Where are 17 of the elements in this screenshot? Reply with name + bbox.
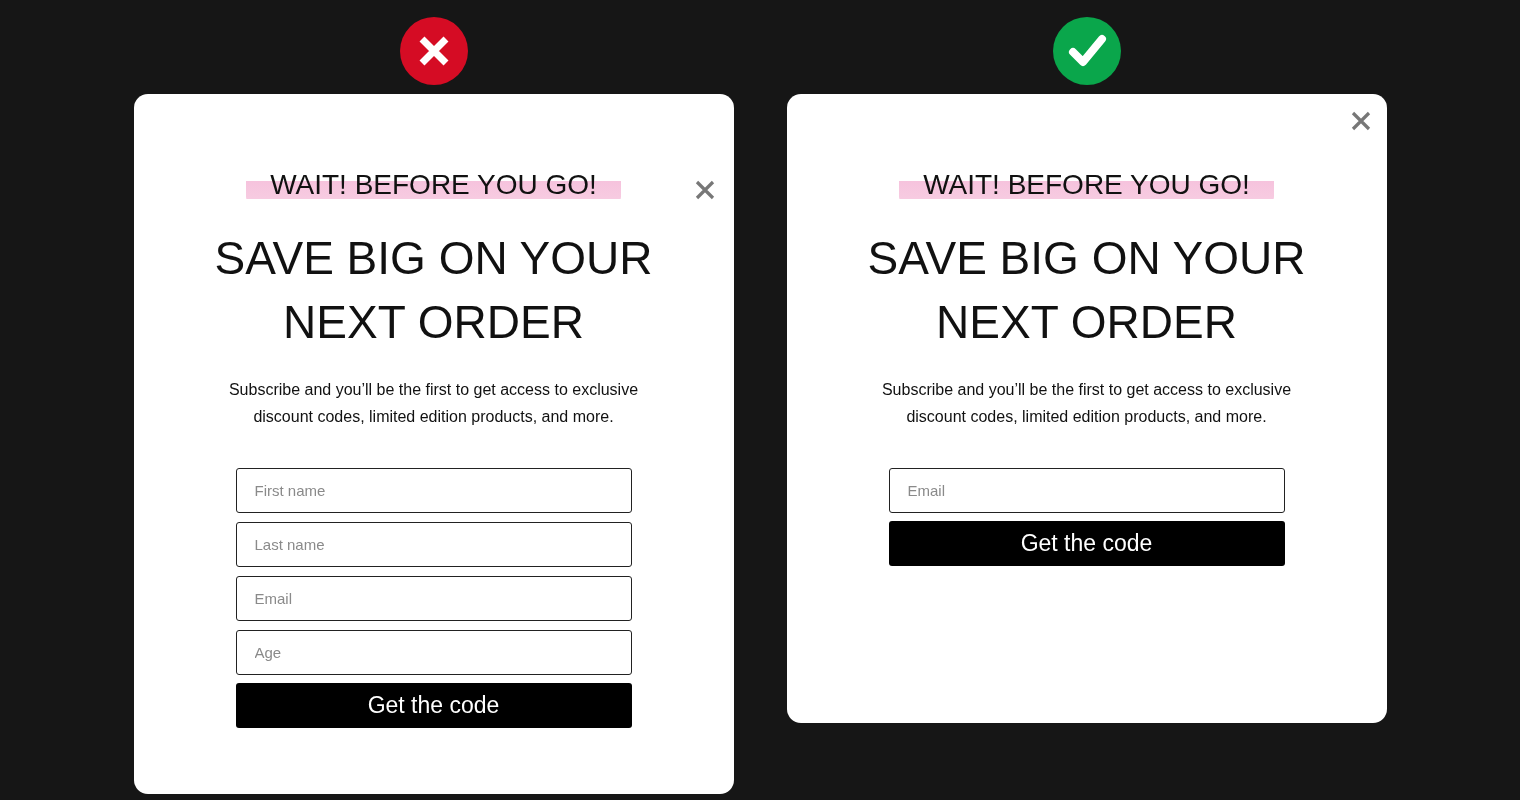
description-text: Subscribe and you’ll be the first to get access to exclusive discount codes, limited edition products, and more. — [880, 380, 1293, 427]
close-button[interactable] — [1349, 110, 1372, 132]
input-field[interactable]: Age — [235, 630, 632, 675]
input-field[interactable]: First name — [235, 468, 632, 513]
close-button[interactable] — [693, 179, 716, 201]
description-text: Subscribe and you’ll be the first to get access to exclusive discount codes, limited edition products, and more. — [227, 380, 640, 427]
input-field[interactable]: Email — [235, 576, 632, 621]
input-field[interactable]: Email — [888, 468, 1285, 513]
headline: NEXT ORDER — [282, 295, 585, 350]
close-icon — [1350, 111, 1371, 131]
input-field[interactable]: Last name — [235, 522, 632, 567]
headline: NEXT ORDER — [935, 295, 1238, 350]
headline: SAVE BIG ON YOUR — [867, 231, 1306, 286]
submit-button[interactable]: Get the code — [888, 521, 1285, 566]
close-icon — [694, 180, 715, 200]
headline: SAVE BIG ON YOUR — [214, 231, 653, 286]
submit-button[interactable]: Get the code — [235, 683, 632, 728]
